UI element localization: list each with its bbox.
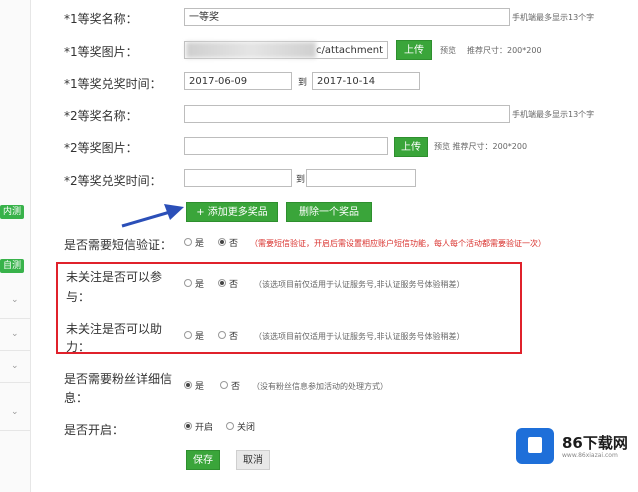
prize2-preview-size-hint: 预览 推荐尺寸：200*200 bbox=[434, 142, 528, 151]
prize1-name-label: *1等奖名称： bbox=[64, 12, 138, 26]
follow-join-yes-radio[interactable] bbox=[184, 279, 192, 287]
follow-help-no-radio[interactable] bbox=[218, 331, 226, 339]
enable-off-label: 关闭 bbox=[237, 423, 256, 433]
sms-yes-label: 是 bbox=[195, 239, 205, 249]
follow-help-no-label: 否 bbox=[229, 332, 239, 342]
prize2-upload-button[interactable]: 上传 bbox=[394, 137, 428, 157]
fans-info-label-line2: 息： bbox=[64, 391, 89, 405]
prize2-to-label: 到 bbox=[296, 175, 306, 185]
arrow-icon bbox=[121, 204, 184, 228]
sms-no-label: 否 bbox=[229, 239, 239, 249]
sidebar-divider bbox=[0, 350, 30, 351]
sms-hint: （需要短信验证，开启后需设置相应账户短信功能，每人每个活动都需要验证一次） bbox=[250, 239, 546, 248]
chevron-down-icon[interactable]: ⌄ bbox=[11, 296, 19, 305]
prize2-image-label: *2等奖图片： bbox=[64, 141, 138, 155]
enable-label: 是否开启： bbox=[64, 423, 125, 437]
follow-join-yes-label: 是 bbox=[195, 280, 205, 290]
cancel-button[interactable]: 取消 bbox=[236, 450, 270, 470]
sidebar-divider bbox=[0, 318, 30, 319]
prize1-time-label: *1等奖兑奖时间： bbox=[64, 77, 162, 91]
add-more-prizes-button[interactable]: + 添加更多奖品 bbox=[186, 202, 278, 222]
prize2-start-date-input[interactable] bbox=[184, 169, 292, 187]
fans-info-label-line1: 是否需要粉丝详细信 bbox=[64, 372, 173, 386]
prize1-end-date-input[interactable]: 2017-10-14 bbox=[312, 72, 420, 90]
prize2-name-label: *2等奖名称： bbox=[64, 109, 138, 123]
prize2-end-date-input[interactable] bbox=[306, 169, 416, 187]
follow-help-yes-radio[interactable] bbox=[184, 331, 192, 339]
follow-join-no-radio[interactable] bbox=[218, 279, 226, 287]
follow-help-hint: （该选项目前仅适用于认证服务号,非认证服务号体验稍差） bbox=[254, 332, 465, 341]
prize1-upload-button[interactable]: 上传 bbox=[396, 40, 432, 60]
sidebar-badge-self[interactable]: 自测 bbox=[0, 259, 24, 273]
prize2-time-label: *2等奖兑奖时间： bbox=[64, 174, 162, 188]
follow-help-yes-label: 是 bbox=[195, 332, 205, 342]
prize2-name-hint: 手机端最多显示13个字 bbox=[512, 110, 595, 119]
sms-no-radio[interactable] bbox=[218, 238, 226, 246]
fans-no-label: 否 bbox=[231, 382, 241, 392]
box-icon bbox=[528, 437, 542, 453]
enable-on-label: 开启 bbox=[195, 423, 214, 433]
fans-yes-radio[interactable] bbox=[184, 381, 192, 389]
chevron-down-icon[interactable]: ⌄ bbox=[11, 408, 19, 417]
sidebar-divider bbox=[0, 430, 30, 431]
follow-join-label-line2: 与： bbox=[66, 290, 91, 304]
chevron-down-icon[interactable]: ⌄ bbox=[11, 362, 19, 371]
prize1-size-hint: 推荐尺寸：200*200 bbox=[467, 46, 542, 55]
sidebar-divider bbox=[0, 382, 30, 383]
follow-help-label-line1: 未关注是否可以助 bbox=[66, 322, 163, 336]
left-sidebar: 内测 自测 ⌄ ⌄ ⌄ ⌄ bbox=[0, 0, 31, 492]
sidebar-badge-internal[interactable]: 内测 bbox=[0, 205, 24, 219]
prize1-preview-link[interactable]: 预览 bbox=[440, 45, 456, 56]
sms-yes-radio[interactable] bbox=[184, 238, 192, 246]
redacted-path bbox=[186, 42, 316, 58]
prize1-image-label: *1等奖图片： bbox=[64, 45, 138, 59]
watermark-brand: 86下载网 bbox=[562, 434, 628, 452]
prize1-start-date-input[interactable]: 2017-06-09 bbox=[184, 72, 292, 90]
enable-off-radio[interactable] bbox=[226, 422, 234, 430]
follow-join-hint: （该选项目前仅适用于认证服务号,非认证服务号体验稍差） bbox=[254, 280, 465, 289]
save-button[interactable]: 保存 bbox=[186, 450, 220, 470]
prize1-to-label: 到 bbox=[298, 78, 308, 88]
chevron-down-icon[interactable]: ⌄ bbox=[11, 330, 19, 339]
follow-help-label-line2: 力： bbox=[66, 340, 91, 354]
prize2-image-input[interactable] bbox=[184, 137, 388, 155]
fans-no-radio[interactable] bbox=[220, 381, 228, 389]
watermark-site: www.86xiazai.com bbox=[562, 452, 618, 459]
prize1-name-hint: 手机端最多显示13个字 bbox=[512, 13, 595, 22]
sms-verify-label: 是否需要短信验证： bbox=[64, 238, 173, 252]
follow-join-label-line1: 未关注是否可以参 bbox=[66, 270, 163, 284]
fans-hint: （没有粉丝信息参加活动的处理方式） bbox=[252, 382, 388, 391]
enable-on-radio[interactable] bbox=[184, 422, 192, 430]
prize1-name-input[interactable]: 一等奖 bbox=[184, 8, 510, 26]
delete-prize-button[interactable]: 删除一个奖品 bbox=[286, 202, 372, 222]
fans-yes-label: 是 bbox=[195, 382, 205, 392]
follow-join-no-label: 否 bbox=[229, 280, 239, 290]
prize2-name-input[interactable] bbox=[184, 105, 510, 123]
